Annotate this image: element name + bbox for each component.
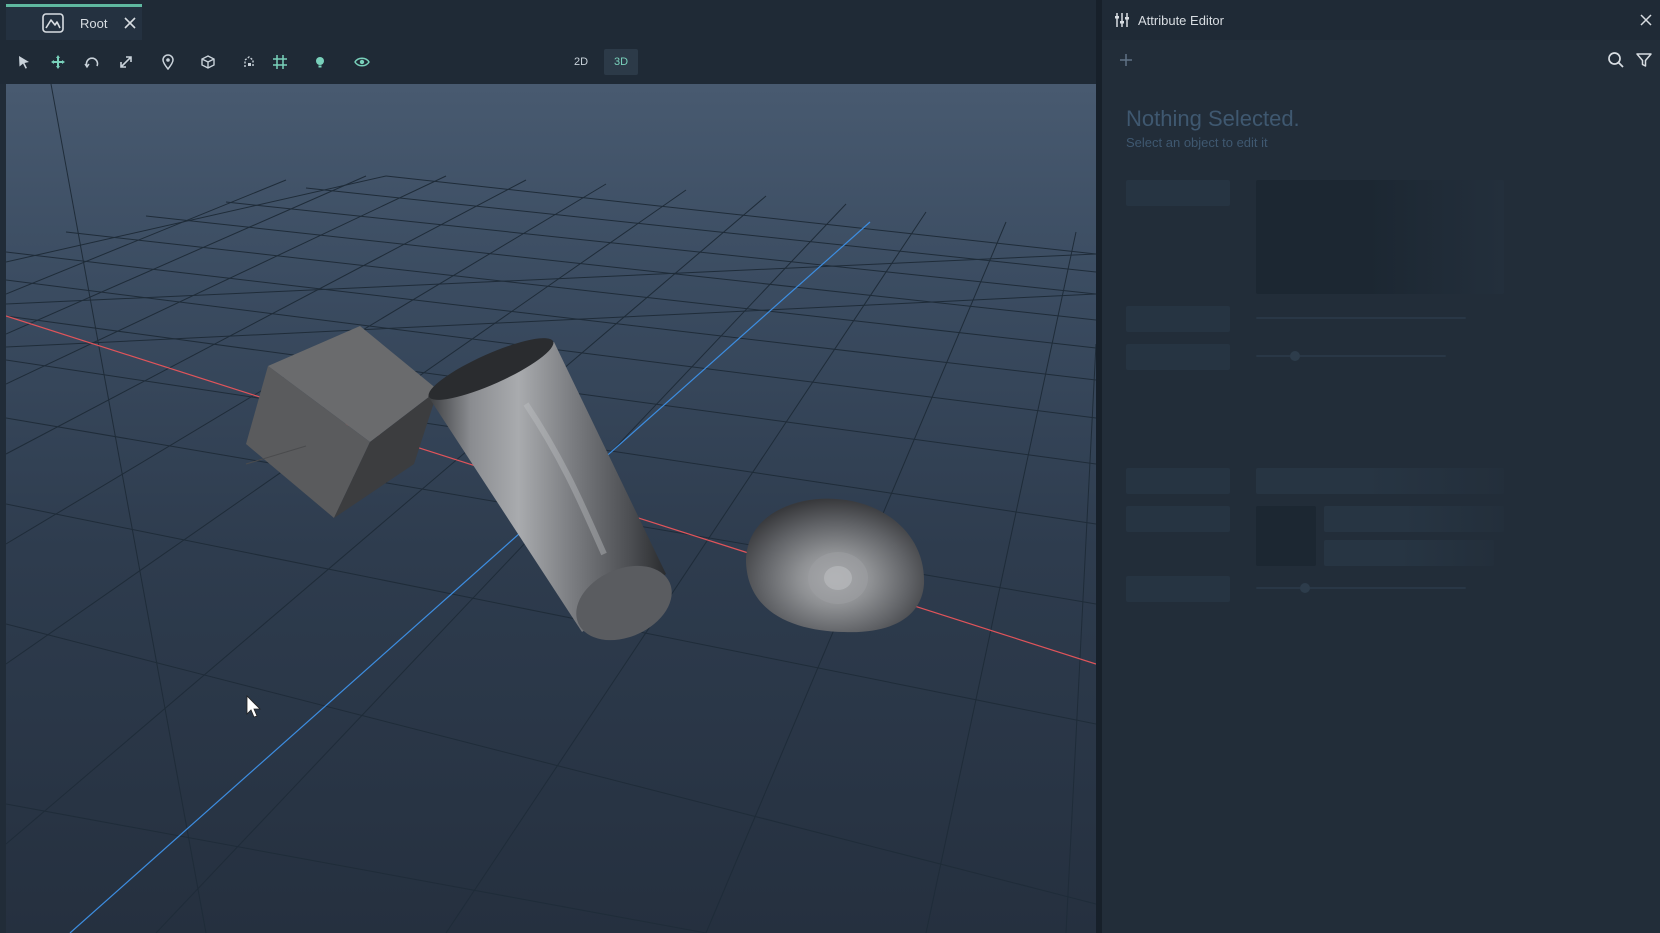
sphere-object[interactable] [746, 498, 925, 633]
visibility-toggle-button[interactable] [350, 50, 374, 74]
tab-label: Root [80, 16, 108, 31]
cylinder-object[interactable] [423, 328, 684, 655]
scene-canvas[interactable] [6, 84, 1096, 933]
pin-tool-button[interactable] [156, 50, 180, 74]
cube-object[interactable] [245, 326, 438, 518]
placeholder-knob [1300, 583, 1310, 593]
light-toggle-button[interactable] [308, 50, 332, 74]
select-tool-button[interactable] [12, 50, 36, 74]
light-icon [316, 57, 324, 68]
mode-2d-button[interactable]: 2D [564, 49, 598, 75]
placeholder-block [1126, 306, 1230, 332]
pin-icon [162, 54, 174, 70]
search-icon[interactable] [1606, 50, 1626, 70]
attribute-editor-toolbar [1102, 40, 1660, 80]
placeholder-knob [1290, 351, 1300, 361]
3d-viewport[interactable] [6, 84, 1096, 933]
placeholder-block [1324, 506, 1504, 532]
empty-state-subtitle: Select an object to edit it [1126, 135, 1268, 150]
placeholder-block [1324, 540, 1494, 566]
attribute-editor-header: Attribute Editor [1102, 0, 1660, 40]
viewport-panel: Root 2D 3D [0, 0, 1096, 933]
rotate-tool-button[interactable] [80, 50, 104, 74]
tab-root[interactable]: Root [6, 4, 142, 40]
scene-icon [42, 13, 64, 33]
filter-icon[interactable] [1634, 50, 1654, 70]
close-icon[interactable] [1638, 12, 1654, 28]
placeholder-block [1256, 506, 1316, 566]
camera-tool-button[interactable] [196, 50, 220, 74]
viewport-toolbar: 2D 3D [0, 40, 1096, 84]
tab-bar: Root [0, 0, 1096, 40]
snap-tool-button[interactable] [238, 50, 262, 74]
visibility-icon [354, 57, 370, 67]
mouse-cursor-icon [246, 695, 261, 718]
grid-icon [273, 55, 287, 69]
close-icon[interactable] [122, 15, 138, 31]
camera-icon [201, 55, 215, 69]
sliders-icon [1115, 13, 1129, 27]
placeholder-block [1126, 468, 1230, 494]
empty-state-title: Nothing Selected. [1126, 106, 1300, 131]
scale-tool-button[interactable] [114, 50, 138, 74]
move-tool-button[interactable] [46, 50, 70, 74]
snap-icon [244, 56, 254, 67]
placeholder-block [1256, 468, 1504, 494]
placeholder-line [1256, 587, 1466, 589]
attribute-editor-title: Attribute Editor [1138, 13, 1224, 28]
grid-toggle-button[interactable] [268, 50, 292, 74]
mode-3d-button[interactable]: 3D [604, 49, 638, 75]
add-icon[interactable] [1116, 50, 1136, 70]
app-window: Root 2D 3D Attribute Editor Nothing Sele… [0, 0, 1660, 933]
placeholder-block [1126, 344, 1230, 370]
placeholder-block [1256, 180, 1504, 294]
placeholder-block [1126, 506, 1230, 532]
select-icon [19, 56, 29, 69]
placeholder-block [1126, 180, 1230, 206]
placeholder-line [1256, 355, 1446, 357]
attribute-editor-panel: Attribute Editor Nothing Selected. Selec… [1102, 0, 1660, 933]
placeholder-block [1126, 576, 1230, 602]
rotate-icon [84, 57, 99, 69]
move-icon [51, 55, 65, 69]
placeholder-line [1256, 317, 1466, 319]
scale-icon [120, 56, 132, 68]
